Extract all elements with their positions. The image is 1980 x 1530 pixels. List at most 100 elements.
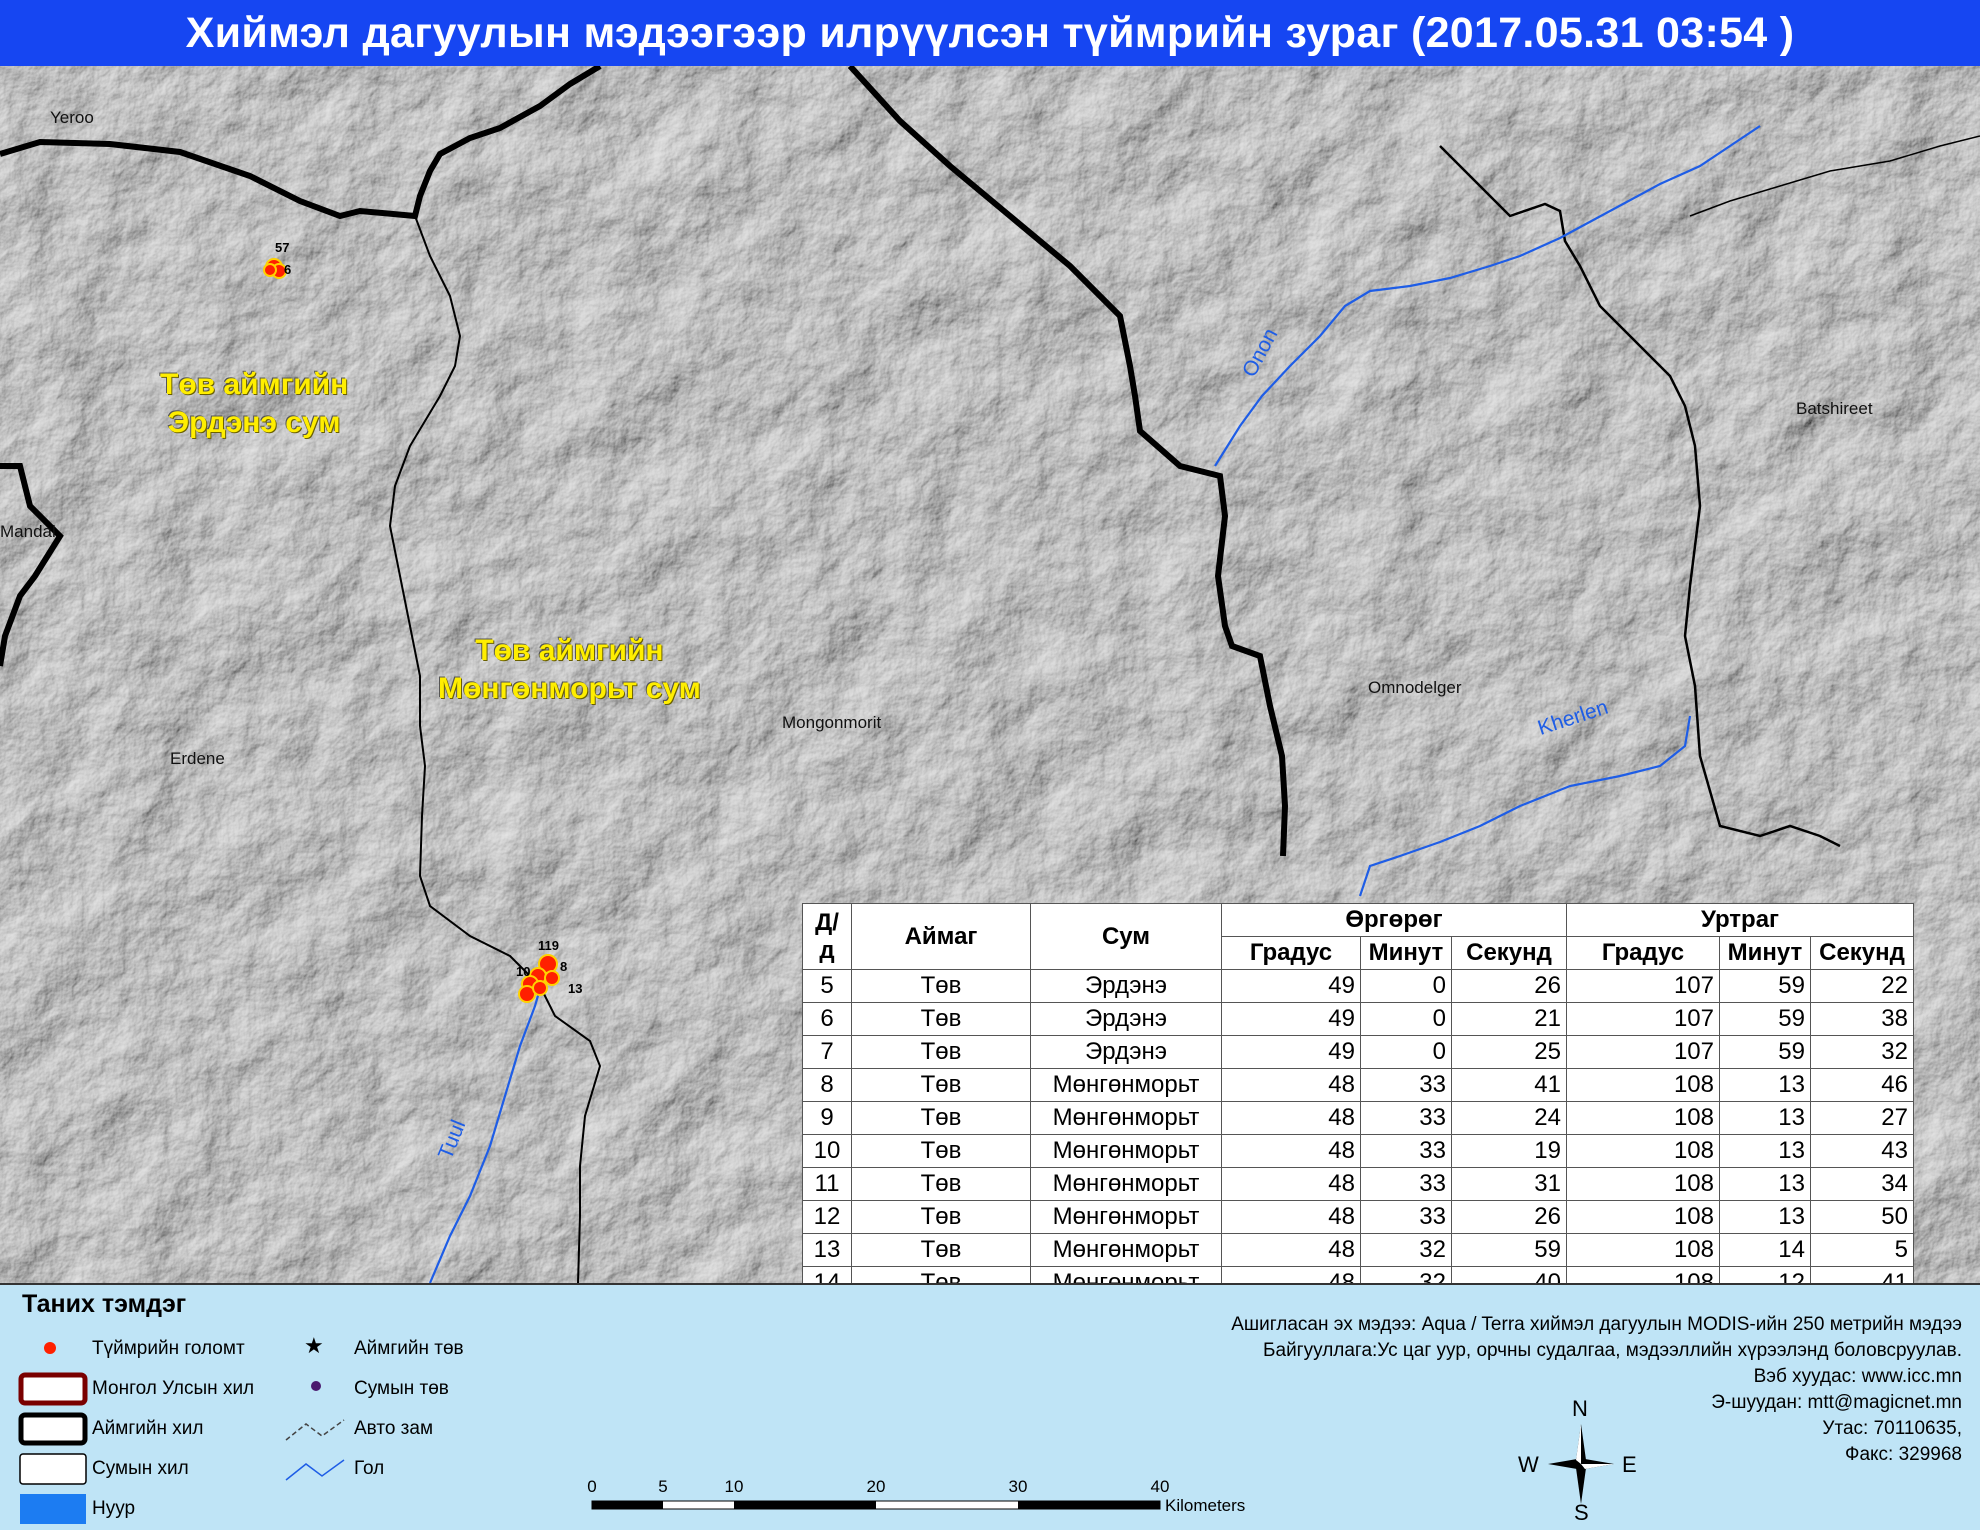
fire-label-13: 13 bbox=[568, 981, 583, 996]
col-lat-min: Минут bbox=[1360, 936, 1452, 970]
table-cell: 33 bbox=[1360, 1200, 1452, 1234]
compass-e: E bbox=[1622, 1452, 1637, 1477]
legend-title: Таних тэмдэг bbox=[22, 1290, 187, 1318]
table-cell: 49 bbox=[1221, 969, 1361, 1003]
table-cell: 14 bbox=[802, 1266, 852, 1283]
info-email: Э-шуудан: mtt@magicnet.mn bbox=[1711, 1392, 1962, 1413]
legend-aimag-center: Аймгийн төв bbox=[354, 1338, 464, 1359]
col-lat-sec: Секунд bbox=[1451, 936, 1567, 970]
legend-fire: Түймрийн голомт bbox=[92, 1338, 245, 1359]
table-cell: 19 bbox=[1451, 1134, 1567, 1168]
compass-rose-icon bbox=[1548, 1424, 1614, 1504]
table-cell: 9 bbox=[802, 1101, 852, 1135]
legend-country: Монгол Улсын хил bbox=[92, 1378, 255, 1399]
sum-border-icon bbox=[19, 1453, 87, 1485]
table-cell: 14 bbox=[1719, 1233, 1811, 1267]
table-cell: 13 bbox=[1719, 1101, 1811, 1135]
table-cell: 25 bbox=[1451, 1035, 1567, 1069]
table-cell: 40 bbox=[1451, 1266, 1567, 1283]
table-cell: 59 bbox=[1719, 1035, 1811, 1069]
table-cell: Мөнгөнморьт bbox=[1030, 1068, 1222, 1102]
table-cell: 108 bbox=[1566, 1200, 1720, 1234]
table-cell: Эрдэнэ bbox=[1030, 969, 1222, 1003]
table-cell: Төв bbox=[851, 1266, 1031, 1283]
table-cell: 108 bbox=[1566, 1167, 1720, 1201]
place-erdene: Erdene bbox=[170, 749, 225, 768]
info-organization: Байгууллага:Ус цаг уур, орчны судалгаа, … bbox=[1263, 1340, 1962, 1361]
table-body: 5 Төв Эрдэнэ 49 0 26 107 59 22 6 Төв Эрдэнэ 49 0 21 107… bbox=[802, 969, 1914, 1283]
map-title: Хиймэл дагуулын мэдээгээр илрүүлсэн түйм… bbox=[185, 8, 1795, 57]
table-cell: 34 bbox=[1810, 1167, 1914, 1201]
table-cell: 59 bbox=[1719, 969, 1811, 1003]
table-cell: 11 bbox=[802, 1167, 852, 1201]
table-cell: Мөнгөнморьт bbox=[1030, 1134, 1222, 1168]
fire-coordinates-table: Д/д Аймаг Сум Өргөрөг Уртраг Градус Мину… bbox=[802, 903, 1914, 1283]
table-cell: 24 bbox=[1451, 1101, 1567, 1135]
place-mongonmorit: Mongonmorit bbox=[782, 713, 882, 732]
table-cell: 0 bbox=[1360, 969, 1452, 1003]
col-aimag: Аймаг bbox=[851, 903, 1031, 970]
col-longitude: Уртраг bbox=[1566, 903, 1914, 937]
table-cell: 32 bbox=[1360, 1233, 1452, 1267]
table-cell: 10 bbox=[802, 1134, 852, 1168]
table-cell: 59 bbox=[1719, 1002, 1811, 1036]
legend-lake: Нуур bbox=[92, 1498, 136, 1519]
table-cell: 48 bbox=[1221, 1266, 1361, 1283]
legend-sum-center: Сумын төв bbox=[354, 1378, 449, 1399]
table-cell: 49 bbox=[1221, 1035, 1361, 1069]
region-mongonmorit: Төв аймгийн Мөнгөнморьт сум bbox=[438, 634, 701, 705]
table-cell: 12 bbox=[802, 1200, 852, 1234]
table-row: 8 Төв Мөнгөнморьт 48 33 41 108 13 46 bbox=[802, 1068, 1914, 1102]
table-cell: 32 bbox=[1810, 1035, 1914, 1069]
table-cell: 27 bbox=[1810, 1101, 1914, 1135]
aimag-border-icon bbox=[18, 1412, 88, 1446]
table-cell: Мөнгөнморьт bbox=[1030, 1167, 1222, 1201]
col-lon-min: Минут bbox=[1719, 936, 1811, 970]
info-phone: Утас: 70110635, bbox=[1822, 1418, 1962, 1439]
table-row: 13 Төв Мөнгөнморьт 48 32 59 108 14 5 bbox=[802, 1233, 1914, 1267]
table-cell: Мөнгөнморьт bbox=[1030, 1233, 1222, 1267]
table-cell: 8 bbox=[802, 1068, 852, 1102]
info-source: Ашигласан эх мэдээ: Aqua / Terra хиймэл … bbox=[1231, 1314, 1962, 1335]
map-area[interactable]: Yeroo Mandal Erdene Mongonmorit Omnodelg… bbox=[0, 66, 1980, 1285]
table-cell: 32 bbox=[1360, 1266, 1452, 1283]
table-cell: 21 bbox=[1451, 1002, 1567, 1036]
title-bar: Хиймэл дагуулын мэдээгээр илрүүлсэн түйм… bbox=[0, 0, 1980, 66]
info-fax: Факс: 329968 bbox=[1845, 1444, 1962, 1465]
table-cell: 33 bbox=[1360, 1167, 1452, 1201]
table-cell: Төв bbox=[851, 1068, 1031, 1102]
col-latitude: Өргөрөг bbox=[1221, 903, 1567, 937]
table-cell: 48 bbox=[1221, 1134, 1361, 1168]
legend-panel: Таних тэмдэг Түймрийн голомт Монгол Улсы… bbox=[0, 1284, 1980, 1530]
legend-sum-border: Сумын хил bbox=[92, 1458, 189, 1479]
table-cell: 108 bbox=[1566, 1134, 1720, 1168]
fire-label-8: 8 bbox=[560, 959, 568, 974]
fire-label-57: 57 bbox=[275, 240, 290, 255]
scale-tick-5: 5 bbox=[658, 1477, 668, 1496]
river-icon bbox=[285, 1459, 345, 1481]
compass-s: S bbox=[1574, 1500, 1589, 1525]
table-row: 5 Төв Эрдэнэ 49 0 26 107 59 22 bbox=[802, 969, 1914, 1003]
scale-tick-20: 20 bbox=[866, 1477, 886, 1496]
road-icon bbox=[285, 1419, 345, 1441]
table-cell: 107 bbox=[1566, 1002, 1720, 1036]
table-cell: 33 bbox=[1360, 1101, 1452, 1135]
table-cell: 108 bbox=[1566, 1101, 1720, 1135]
table-cell: 13 bbox=[1719, 1068, 1811, 1102]
table-cell: 13 bbox=[802, 1233, 852, 1267]
col-no: Д/д bbox=[802, 903, 852, 970]
table-cell: 0 bbox=[1360, 1002, 1452, 1036]
info-website: Вэб хуудас: www.icc.mn bbox=[1753, 1366, 1962, 1387]
place-yeroo: Yeroo bbox=[50, 108, 94, 127]
table-cell: 108 bbox=[1566, 1233, 1720, 1267]
table-cell: 6 bbox=[802, 1002, 852, 1036]
table-cell: 48 bbox=[1221, 1101, 1361, 1135]
table-cell: 48 bbox=[1221, 1068, 1361, 1102]
table-cell: 48 bbox=[1221, 1233, 1361, 1267]
fire-point-icon bbox=[44, 1342, 56, 1354]
table-cell: 49 bbox=[1221, 1002, 1361, 1036]
table-cell: 13 bbox=[1719, 1200, 1811, 1234]
table-cell: Төв bbox=[851, 1167, 1031, 1201]
fire-label-10: 10 bbox=[516, 964, 531, 979]
table-cell: 46 bbox=[1810, 1068, 1914, 1102]
